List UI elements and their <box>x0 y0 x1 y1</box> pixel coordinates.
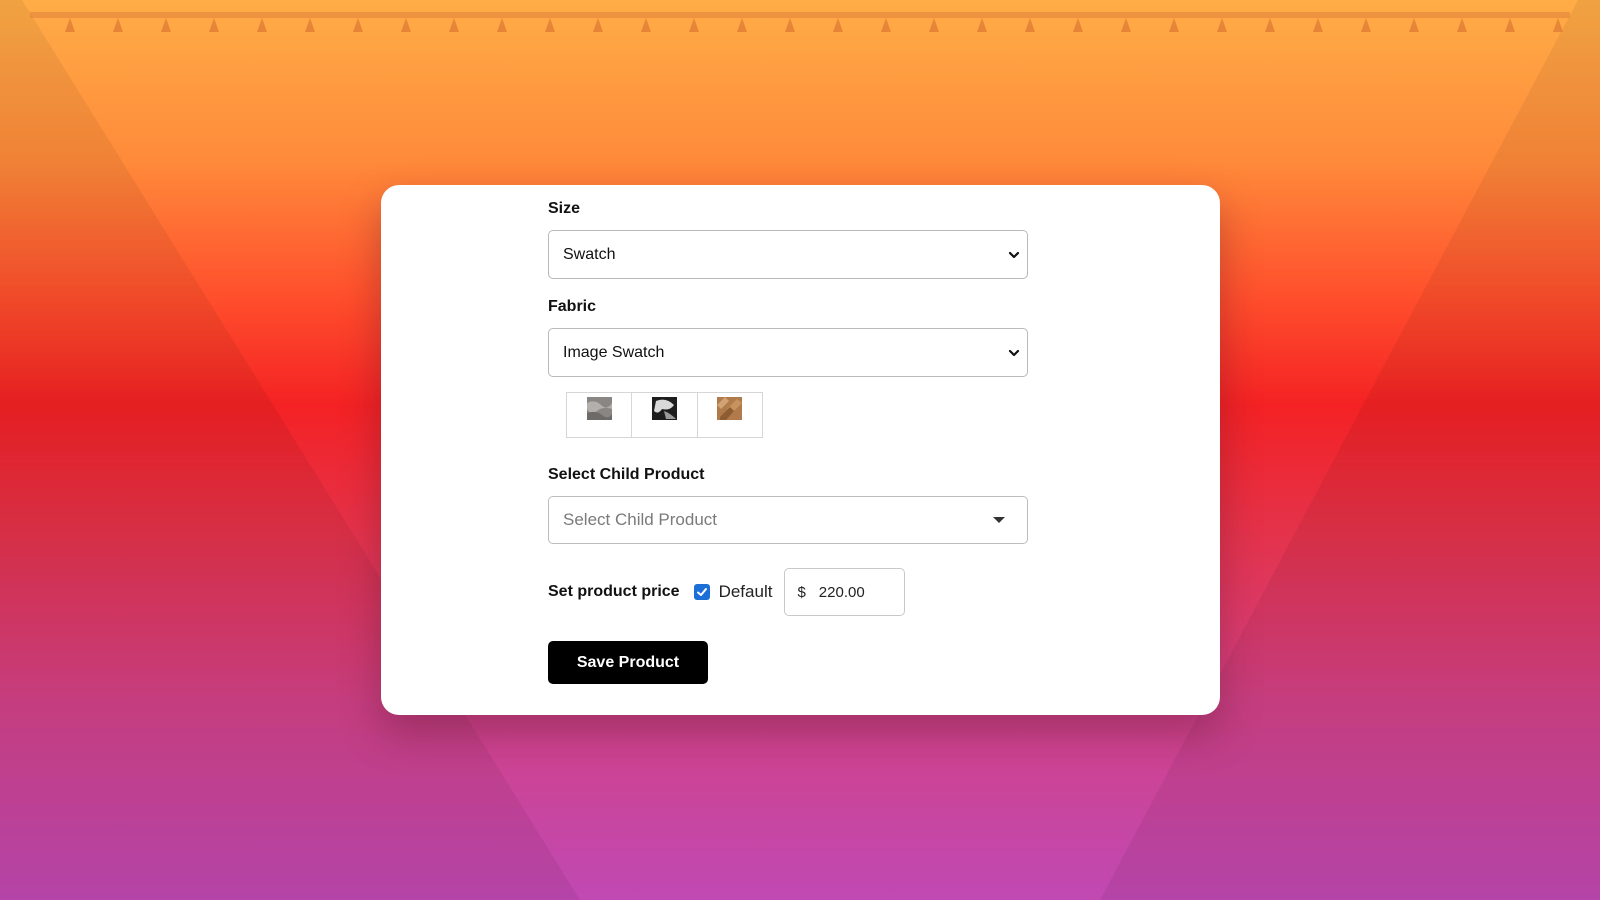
fabric-selected-value: Image Swatch <box>563 343 665 361</box>
bunting-tassel <box>401 18 411 32</box>
grey-fabric-swatch-image <box>586 397 612 420</box>
price-value: 220.00 <box>818 583 865 601</box>
fabric-swatch-black-white[interactable] <box>632 393 698 437</box>
bunting-tassel <box>65 18 75 32</box>
size-selected-value: Swatch <box>563 245 616 263</box>
bunting-tassel <box>1121 18 1131 32</box>
bunting-tassel <box>1361 18 1371 32</box>
black-white-fabric-swatch-image <box>651 397 677 420</box>
fabric-select[interactable]: Image Swatch <box>548 328 1028 377</box>
default-price-checkbox[interactable] <box>693 584 710 600</box>
bunting-tassel <box>1313 18 1323 32</box>
bunting-tassel <box>449 18 459 32</box>
product-form: Size Swatch Fabric Image Swatch Select C… <box>548 200 1028 684</box>
bunting-tassel <box>1505 18 1515 32</box>
bunting-tassel <box>881 18 891 32</box>
bunting-tassel <box>689 18 699 32</box>
child-product-label: Select Child Product <box>548 466 705 483</box>
bunting-tassel <box>113 18 123 32</box>
bunting-tassel <box>1409 18 1419 32</box>
bunting-tassel <box>593 18 603 32</box>
bunting-tassel <box>1457 18 1467 32</box>
bunting-tassel <box>305 18 315 32</box>
bunting-tassel <box>737 18 747 32</box>
price-label: Set product price <box>548 583 680 600</box>
bunting-tassel <box>1025 18 1035 32</box>
currency-symbol: $ <box>797 583 806 601</box>
bunting-tassel <box>1073 18 1083 32</box>
bunting-tassel <box>161 18 171 32</box>
chevron-down-icon <box>1008 349 1020 356</box>
bunting-tassel <box>929 18 939 32</box>
save-product-button[interactable]: Save Product <box>548 641 708 684</box>
bunting-tassel <box>1217 18 1227 32</box>
fabric-label: Fabric <box>548 298 597 315</box>
bunting-tassel <box>545 18 555 32</box>
bunting-tassel <box>257 18 267 32</box>
child-product-placeholder: Select Child Product <box>563 510 718 529</box>
fabric-swatch-tan[interactable] <box>698 393 762 437</box>
bunting-tassel <box>641 18 651 32</box>
child-product-select[interactable]: Select Child Product <box>548 496 1028 544</box>
caret-down-icon <box>993 517 1005 523</box>
fabric-swatch-list <box>566 392 763 438</box>
bunting-tassel <box>833 18 843 32</box>
bunting-tassel <box>1553 18 1563 32</box>
bunting-tassel <box>1169 18 1179 32</box>
chevron-down-icon <box>1008 251 1020 258</box>
size-select[interactable]: Swatch <box>548 230 1028 279</box>
price-row: Set product price Default $ 220.00 <box>548 568 1028 616</box>
default-price-label: Default <box>718 582 773 601</box>
fabric-swatch-grey[interactable] <box>567 393 633 437</box>
tan-fabric-swatch-image <box>717 397 743 420</box>
price-input[interactable]: $ 220.00 <box>784 568 906 616</box>
bunting-tassel <box>977 18 987 32</box>
checkmark-icon <box>696 588 707 596</box>
bunting-tassel <box>353 18 363 32</box>
bunting-tassel <box>1265 18 1275 32</box>
bunting-tassel <box>785 18 795 32</box>
bunting-tassel <box>209 18 219 32</box>
size-label: Size <box>548 200 581 217</box>
bunting-tassel <box>497 18 507 32</box>
